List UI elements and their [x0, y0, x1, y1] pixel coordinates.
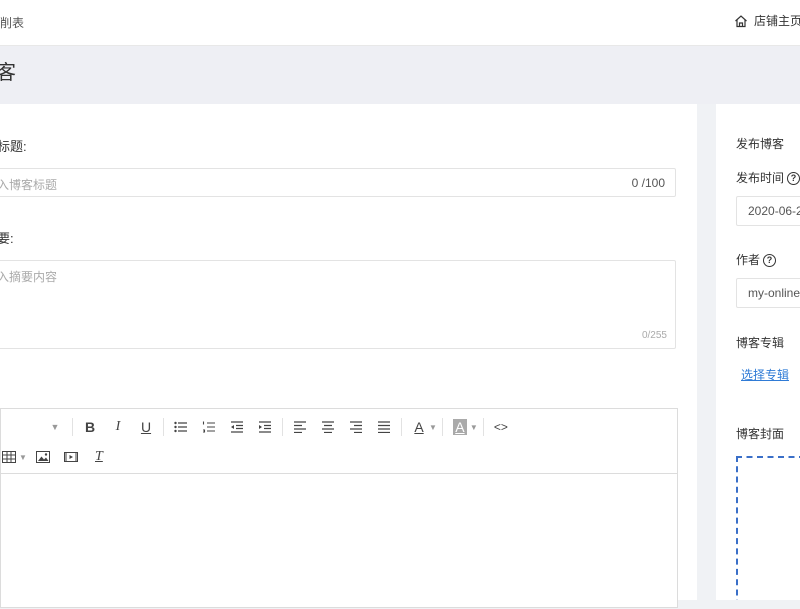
numbered-list-button[interactable]: [198, 416, 220, 438]
video-icon: [63, 452, 78, 462]
publish-time-label: 发布时间?: [736, 169, 800, 186]
author-label: 作者?: [736, 251, 777, 268]
indent-icon: [259, 421, 271, 433]
align-left-icon: [294, 421, 306, 433]
blog-cover-label: 博客封面: [736, 427, 785, 441]
caret-down-icon[interactable]: ▼: [429, 423, 437, 432]
outdent-icon: [231, 421, 243, 433]
video-button[interactable]: [60, 446, 82, 468]
store-home-link[interactable]: 店铺主页: [734, 12, 800, 29]
toolbar-divider: [401, 418, 402, 436]
align-center-icon: [322, 421, 334, 433]
select-column-link[interactable]: 选择专辑: [741, 366, 789, 383]
editor-toolbar: ▼ B I U A ▼ A ▼ <> ▼ T: [1, 409, 677, 474]
bg-color-button[interactable]: A: [449, 416, 471, 438]
home-icon: [735, 14, 747, 27]
align-justify-icon: [378, 421, 390, 433]
toolbar-divider: [72, 418, 73, 436]
publish-time-input[interactable]: 2020-06-2: [736, 196, 800, 226]
image-button[interactable]: [32, 446, 54, 468]
rich-text-editor: ▼ B I U A ▼ A ▼ <> ▼ T: [0, 408, 678, 608]
italic-button[interactable]: I: [107, 416, 129, 438]
title-input[interactable]: 入博客标题 0 /100: [0, 168, 676, 197]
author-value: my-online: [748, 286, 800, 300]
clear-format-icon: T: [95, 449, 103, 464]
editor-content-area[interactable]: [1, 473, 677, 609]
help-icon[interactable]: ?: [787, 172, 800, 186]
publish-sidebar: 发布博客 发布时间? 2020-06-2 作者? my-online 博客专辑 …: [716, 104, 800, 600]
align-center-button[interactable]: [317, 416, 339, 438]
table-button[interactable]: [0, 446, 20, 468]
title-char-count: 0 /100: [631, 176, 665, 190]
align-right-button[interactable]: [345, 416, 367, 438]
blog-column-label: 博客专辑: [736, 336, 785, 350]
page-title: 客: [0, 62, 16, 84]
summary-textarea[interactable]: 入摘要内容 0/255: [0, 260, 676, 349]
toolbar-divider: [482, 418, 484, 436]
author-label-text: 作者: [736, 253, 761, 267]
bg-color-icon: A: [453, 419, 467, 435]
table-icon: [2, 451, 16, 463]
author-input[interactable]: my-online: [736, 278, 800, 308]
publish-section-title: 发布博客: [736, 137, 785, 151]
italic-icon: I: [115, 419, 121, 434]
font-color-icon: A: [414, 419, 424, 435]
underline-icon: U: [140, 419, 152, 435]
caret-down-icon[interactable]: ▼: [19, 453, 27, 462]
code-icon: <>: [493, 420, 508, 434]
font-size-dropdown[interactable]: ▼: [44, 416, 66, 438]
title-label: 标题:: [0, 139, 27, 154]
toolbar-divider: [163, 418, 164, 436]
code-button[interactable]: <>: [490, 416, 512, 438]
bold-button[interactable]: B: [79, 416, 101, 438]
align-justify-button[interactable]: [373, 416, 395, 438]
title-placeholder: 入博客标题: [0, 178, 58, 192]
image-icon: [35, 451, 50, 463]
publish-time-label-text: 发布时间: [736, 171, 785, 185]
toolbar-divider: [441, 418, 443, 436]
page-header: 客: [0, 46, 800, 104]
top-navbar: 削表 店铺主页: [0, 0, 800, 46]
caret-down-icon: ▼: [50, 422, 60, 432]
align-left-button[interactable]: [289, 416, 311, 438]
clear-format-button[interactable]: T: [88, 446, 110, 468]
bullet-list-icon: [174, 421, 187, 433]
indent-button[interactable]: [254, 416, 276, 438]
summary-label: 要:: [0, 231, 14, 246]
caret-down-icon[interactable]: ▼: [470, 423, 478, 432]
publish-time-value: 2020-06-2: [748, 204, 800, 218]
bold-icon: B: [84, 419, 96, 435]
summary-char-count: 0/255: [641, 330, 667, 341]
toolbar-divider: [282, 418, 283, 436]
store-home-label: 店铺主页: [754, 14, 800, 28]
bullet-list-button[interactable]: [170, 416, 192, 438]
outdent-button[interactable]: [226, 416, 248, 438]
breadcrumb[interactable]: 削表: [0, 14, 24, 31]
font-color-button[interactable]: A: [408, 416, 430, 438]
cover-upload-area[interactable]: [736, 456, 800, 600]
align-right-icon: [350, 421, 362, 433]
underline-button[interactable]: U: [135, 416, 157, 438]
summary-placeholder: 入摘要内容: [0, 270, 58, 284]
help-icon[interactable]: ?: [763, 254, 777, 268]
numbered-list-icon: [202, 421, 215, 433]
